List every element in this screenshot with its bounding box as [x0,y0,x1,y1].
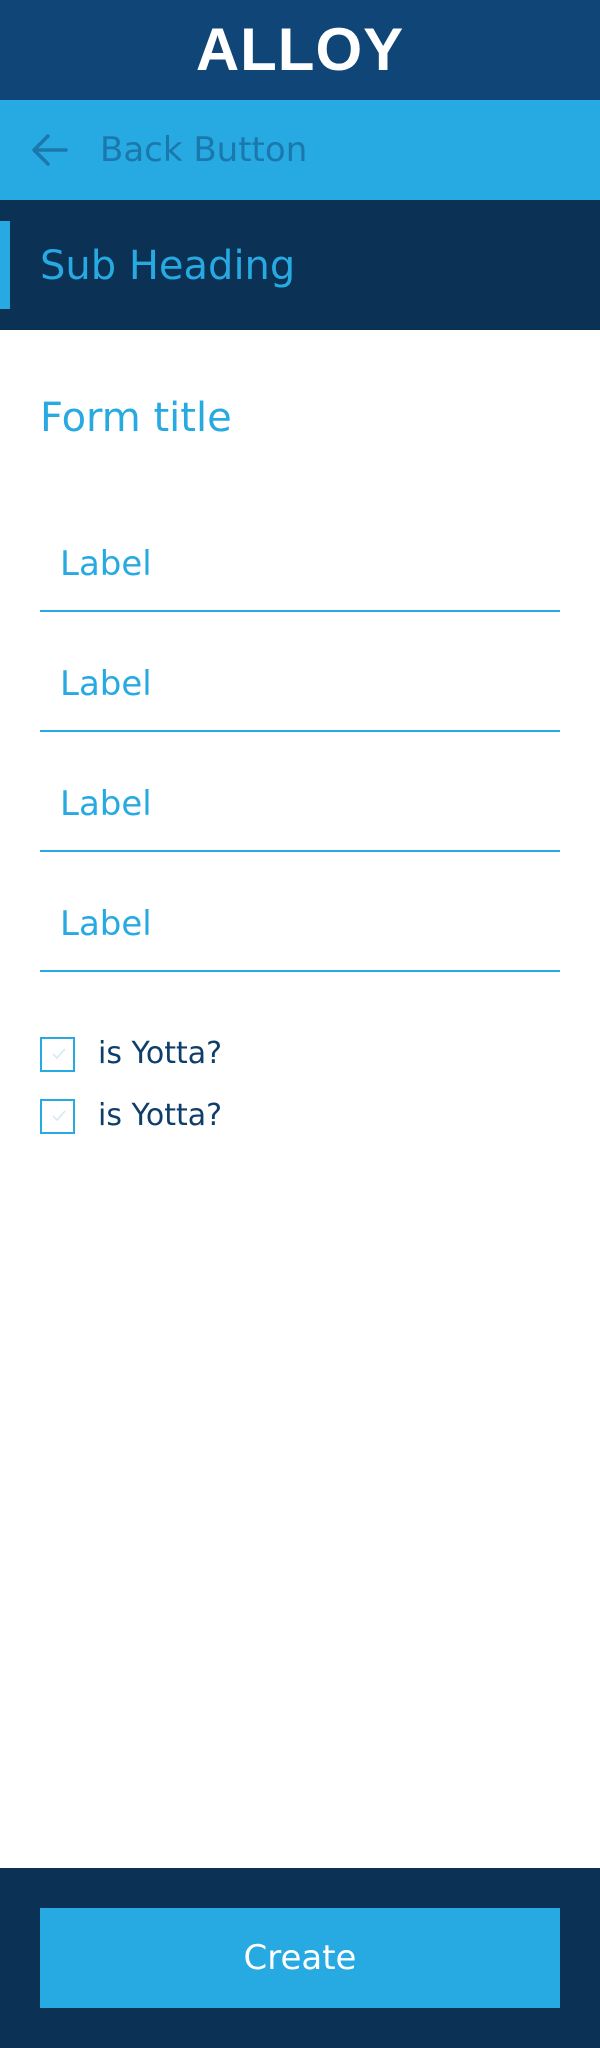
field-label: Label [60,664,152,704]
form-field-3[interactable]: Label [40,760,560,852]
field-label: Label [60,544,152,584]
checkbox-yotta-1[interactable]: is Yotta? [40,1036,340,1076]
checkbox[interactable] [40,1099,75,1134]
field-label: Label [60,784,152,824]
arrow-left-icon[interactable] [30,132,70,168]
field-label: Label [60,904,152,944]
alloy-logo: ALLOY [195,16,405,83]
form-field-2[interactable]: Label [40,640,560,732]
create-button[interactable]: Create [40,1908,560,2008]
checkbox-yotta-2[interactable]: is Yotta? [40,1098,340,1138]
footer-bar: Create [0,1868,600,2048]
form-field-4[interactable]: Label [40,880,560,972]
checkbox-label: is Yotta? [98,1036,223,1071]
back-button[interactable]: Back Button [100,128,307,172]
checkbox[interactable] [40,1037,75,1072]
checkmark-icon [52,1110,66,1122]
form-title: Form title [40,395,232,441]
back-navigation-bar: Back Button [0,100,600,200]
checkbox-label: is Yotta? [98,1098,223,1133]
checkmark-icon [52,1048,66,1060]
sub-heading-bar: Sub Heading [0,200,600,330]
sub-heading: Sub Heading [40,243,296,289]
form-field-1[interactable]: Label [40,520,560,612]
app-header: ALLOY [0,0,600,100]
sub-heading-accent [0,221,10,309]
